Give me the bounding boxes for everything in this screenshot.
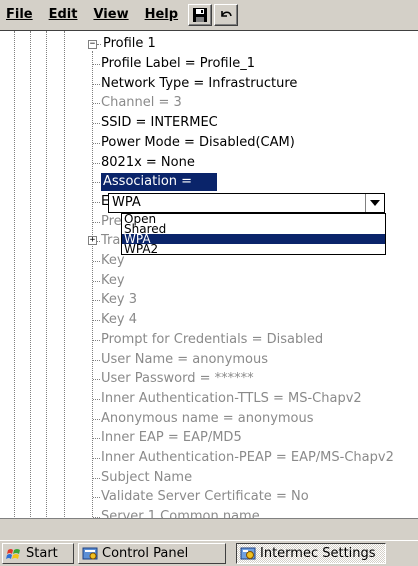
tree-node-setting[interactable]: Inner Authentication-PEAP = EAP/MS-Chapv… [101, 449, 394, 467]
tree-node-setting[interactable]: Anonymous name = anonymous [101, 410, 314, 428]
tree-guide-line [14, 31, 15, 518]
tree-guide-line [64, 31, 65, 518]
collapse-icon[interactable]: − [88, 40, 97, 49]
dropdown-button[interactable] [365, 194, 384, 212]
save-button[interactable] [188, 4, 213, 26]
tree-node-setting[interactable]: Prompt for Credentials = Disabled [101, 331, 323, 349]
dropdown-option-shared[interactable]: Shared [122, 223, 385, 235]
tree-node-setting[interactable]: User Name = anonymous [101, 351, 268, 369]
tree-guide-line [92, 51, 93, 518]
profile-tree[interactable]: − Profile 1 Profile Label = Profile_1 Net… [0, 30, 418, 518]
tree-node-setting[interactable]: User Password = ****** [101, 370, 254, 388]
dropdown-option-wpa[interactable]: WPA [122, 233, 385, 245]
menu-edit[interactable]: Edit [41, 0, 86, 30]
association-dropdown-list: Open Shared WPA WPA2 [121, 213, 386, 255]
menu-help[interactable]: Help [137, 0, 186, 30]
undo-button[interactable] [214, 4, 239, 26]
expand-icon[interactable]: + [88, 236, 97, 245]
undo-icon [221, 11, 232, 17]
menu-bar: File Edit View Help [0, 0, 418, 31]
taskbar-intermec-settings[interactable]: Intermec Settings [236, 543, 386, 564]
tree-node-setting[interactable]: Profile Label = Profile_1 [101, 55, 255, 73]
tree-guide-line [46, 31, 47, 518]
taskbar: Start Control Panel Intermec Settings [0, 540, 418, 566]
tree-node-setting[interactable]: Power Mode = Disabled(CAM) [101, 134, 295, 152]
chevron-down-icon [370, 200, 380, 206]
horizontal-scrollbar[interactable] [0, 518, 418, 540]
tree-node-setting[interactable]: Network Type = Infrastructure [101, 75, 297, 93]
tree-node-setting[interactable]: Subject Name [101, 469, 192, 487]
tree-node-setting[interactable]: Inner EAP = EAP/MD5 [101, 429, 242, 447]
taskbar-intermec-settings-label: Intermec Settings [260, 546, 376, 561]
menu-file[interactable]: File [0, 0, 41, 30]
tree-node-setting[interactable]: 8021x = None [101, 154, 195, 172]
tree-guide-line [30, 31, 31, 518]
control-panel-icon [82, 547, 98, 559]
taskbar-control-panel[interactable]: Control Panel [78, 543, 226, 564]
start-label: Start [26, 546, 58, 561]
tree-node-profile[interactable]: Profile 1 [103, 35, 156, 53]
association-combo[interactable]: WPA [108, 193, 385, 213]
tree-node-setting[interactable]: SSID = INTERMEC [101, 114, 218, 132]
tree-node-setting[interactable]: Validate Server Certificate = No [101, 488, 309, 506]
tree-node-setting[interactable]: Key 3 [101, 291, 137, 309]
tree-node-setting[interactable]: Server 1 Common name [101, 508, 260, 518]
windows-flag-icon [6, 548, 20, 559]
dropdown-option-wpa2[interactable]: WPA2 [122, 243, 385, 255]
tree-node-setting[interactable]: Pre [101, 213, 122, 231]
tree-node-setting[interactable]: Key [101, 272, 125, 290]
settings-icon [240, 547, 256, 559]
tree-node-setting[interactable]: Channel = 3 [101, 94, 182, 112]
start-button[interactable]: Start [2, 543, 74, 564]
association-combo-value: WPA [112, 195, 141, 210]
tree-node-setting[interactable]: Key 4 [101, 311, 137, 329]
tree-node-setting[interactable]: Tra [101, 232, 120, 250]
save-icon [193, 8, 208, 22]
tree-node-setting[interactable]: Inner Authentication-TTLS = MS-Chapv2 [101, 390, 362, 408]
menu-view[interactable]: View [85, 0, 136, 30]
tree-node-setting[interactable]: Association = [101, 173, 217, 191]
taskbar-control-panel-label: Control Panel [102, 546, 189, 561]
